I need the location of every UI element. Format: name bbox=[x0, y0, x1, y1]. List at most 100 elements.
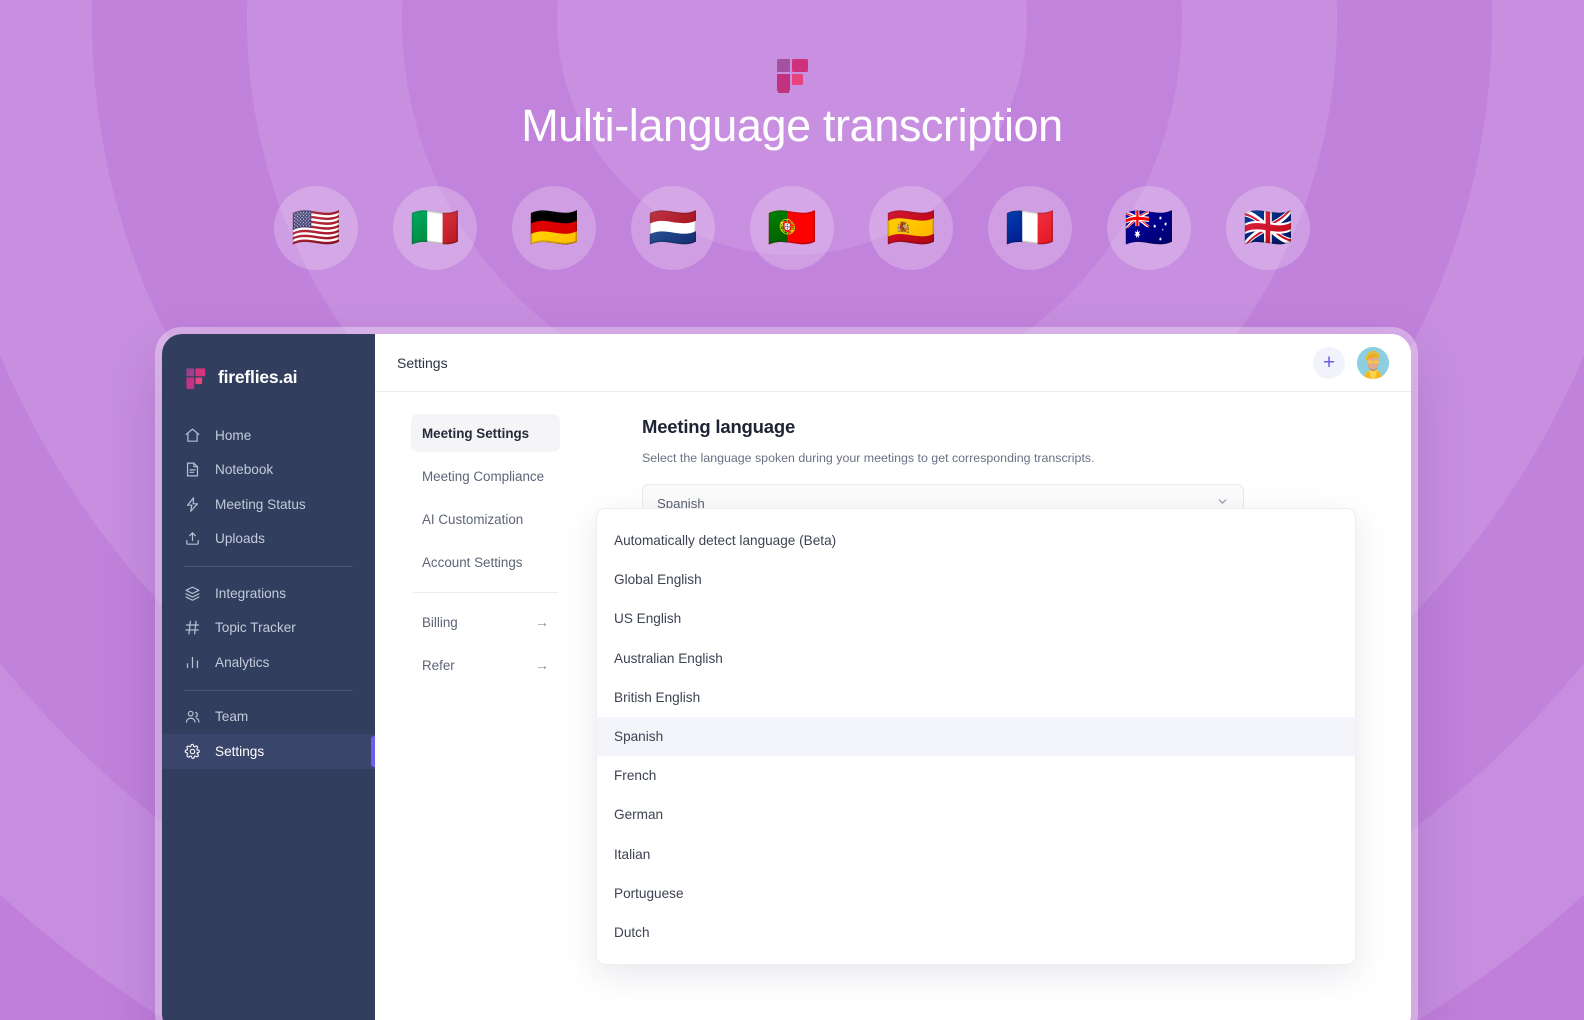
sidebar: fireflies.ai Home Notebook Meeting Statu… bbox=[162, 334, 375, 1020]
flag-italy: 🇮🇹 bbox=[393, 186, 477, 270]
submenu-item-label: AI Customization bbox=[422, 511, 524, 527]
gear-icon bbox=[184, 743, 201, 760]
sidebar-item-label: Meeting Status bbox=[215, 496, 306, 512]
sidebar-item-label: Settings bbox=[215, 743, 265, 759]
topbar-actions: + bbox=[1313, 346, 1389, 379]
flag-netherlands: 🇳🇱 bbox=[631, 186, 715, 270]
dropdown-option-label: German bbox=[614, 807, 664, 823]
flag-portugal: 🇵🇹 bbox=[750, 186, 834, 270]
sidebar-item-label: Uploads bbox=[215, 531, 265, 547]
flag-glyph: 🇦🇺 bbox=[1124, 206, 1174, 250]
sidebar-divider-1 bbox=[184, 566, 353, 567]
user-avatar[interactable] bbox=[1357, 346, 1389, 379]
submenu-item-label: Meeting Settings bbox=[422, 425, 530, 441]
dropdown-option-selected[interactable]: Spanish bbox=[597, 716, 1355, 757]
sidebar-group-secondary: Integrations Topic Tracker Analytics bbox=[162, 576, 375, 680]
sidebar-item-label: Notebook bbox=[215, 462, 274, 478]
flag-glyph: 🇳🇱 bbox=[648, 206, 698, 250]
submenu-item-billing[interactable]: Billing → bbox=[411, 603, 560, 641]
fireflies-logo-icon bbox=[773, 55, 811, 96]
dropdown-option[interactable]: Australian English bbox=[597, 639, 1355, 678]
sidebar-item-settings[interactable]: Settings bbox=[162, 734, 375, 769]
flag-united-kingdom: 🇬🇧 bbox=[1226, 186, 1310, 270]
meeting-language-panel: Meeting language Select the language spo… bbox=[580, 392, 1411, 1020]
arrow-right-icon: → bbox=[535, 614, 549, 630]
sidebar-item-label: Analytics bbox=[215, 654, 270, 670]
submenu-item-label: Billing bbox=[422, 614, 458, 630]
sidebar-item-label: Topic Tracker bbox=[215, 620, 296, 636]
dropdown-option[interactable]: Portuguese bbox=[597, 874, 1355, 913]
flag-glyph: 🇺🇸 bbox=[291, 206, 341, 250]
submenu-item-account-settings[interactable]: Account Settings bbox=[411, 543, 560, 581]
sidebar-divider-2 bbox=[184, 689, 353, 691]
flag-glyph: 🇬🇧 bbox=[1243, 206, 1293, 250]
submenu-item-meeting-compliance[interactable]: Meeting Compliance bbox=[411, 457, 560, 495]
flag-australia: 🇦🇺 bbox=[1107, 186, 1191, 270]
dropdown-option[interactable]: German bbox=[597, 795, 1355, 834]
sidebar-group-primary: Home Notebook Meeting Status Uploads bbox=[162, 418, 375, 556]
app-window: fireflies.ai Home Notebook Meeting Statu… bbox=[162, 334, 1411, 1020]
add-button[interactable]: + bbox=[1313, 346, 1345, 379]
sidebar-item-topic-tracker[interactable]: Topic Tracker bbox=[162, 611, 375, 646]
submenu-item-refer[interactable]: Refer → bbox=[411, 646, 560, 684]
sidebar-item-notebook[interactable]: Notebook bbox=[162, 453, 375, 488]
flag-spain: 🇪🇸 bbox=[869, 186, 953, 270]
main-area: Settings + Meeting Settings Meeting Comp… bbox=[375, 334, 1411, 1020]
dropdown-option[interactable]: British English bbox=[597, 678, 1355, 717]
dropdown-option-label: Portuguese bbox=[614, 885, 684, 901]
flag-france: 🇫🇷 bbox=[988, 186, 1072, 270]
hash-icon bbox=[184, 619, 201, 636]
dropdown-option[interactable]: US English bbox=[597, 599, 1355, 638]
breadcrumb: Settings bbox=[397, 354, 448, 371]
flag-united-states: 🇺🇸 bbox=[274, 186, 358, 270]
dropdown-option-label: Spanish bbox=[614, 729, 664, 745]
section-description: Select the language spoken during your m… bbox=[642, 451, 1095, 465]
people-icon bbox=[184, 708, 201, 725]
sidebar-item-label: Home bbox=[215, 427, 252, 443]
sidebar-group-tertiary: Team Settings bbox=[162, 700, 375, 769]
bar-chart-icon bbox=[184, 654, 201, 671]
flag-glyph: 🇵🇹 bbox=[767, 206, 817, 250]
dropdown-option-label: Dutch bbox=[614, 924, 650, 940]
flag-glyph: 🇪🇸 bbox=[886, 206, 936, 250]
dropdown-option-label: Italian bbox=[614, 846, 651, 862]
dropdown-option-label: Automatically detect language (Beta) bbox=[614, 533, 837, 549]
submenu-item-label: Refer bbox=[422, 657, 455, 673]
sidebar-item-label: Integrations bbox=[215, 585, 287, 601]
notebook-icon bbox=[184, 461, 201, 478]
sidebar-item-analytics[interactable]: Analytics bbox=[162, 645, 375, 680]
sidebar-item-integrations[interactable]: Integrations bbox=[162, 576, 375, 611]
flag-germany: 🇩🇪 bbox=[512, 186, 596, 270]
flag-glyph: 🇩🇪 bbox=[529, 206, 579, 250]
submenu-item-meeting-settings[interactable]: Meeting Settings bbox=[411, 414, 560, 452]
layers-icon bbox=[184, 585, 201, 602]
brand[interactable]: fireflies.ai bbox=[162, 356, 375, 398]
submenu-divider bbox=[413, 592, 558, 593]
meeting-language-dropdown[interactable]: Automatically detect language (Beta) Glo… bbox=[596, 508, 1356, 966]
hero-section: Multi-language transcription 🇺🇸 🇮🇹 🇩🇪 🇳🇱… bbox=[0, 0, 1584, 330]
sidebar-item-uploads[interactable]: Uploads bbox=[162, 522, 375, 557]
submenu-item-ai-customization[interactable]: AI Customization bbox=[411, 500, 560, 538]
dropdown-option-label: US English bbox=[614, 611, 682, 627]
sidebar-item-home[interactable]: Home bbox=[162, 418, 375, 453]
sidebar-item-label: Team bbox=[215, 709, 249, 725]
sidebar-item-team[interactable]: Team bbox=[162, 700, 375, 735]
dropdown-option[interactable]: Italian bbox=[597, 835, 1355, 874]
content-area: Meeting Settings Meeting Compliance AI C… bbox=[375, 392, 1411, 1020]
sidebar-item-meeting-status[interactable]: Meeting Status bbox=[162, 487, 375, 522]
submenu-item-label: Meeting Compliance bbox=[422, 468, 545, 484]
plus-icon: + bbox=[1322, 351, 1336, 374]
dropdown-option[interactable]: Automatically detect language (Beta) bbox=[597, 521, 1355, 560]
section-title: Meeting language bbox=[642, 416, 796, 437]
fireflies-logo-icon bbox=[184, 366, 207, 391]
settings-submenu: Meeting Settings Meeting Compliance AI C… bbox=[375, 392, 580, 1020]
dropdown-option[interactable]: French bbox=[597, 756, 1355, 795]
dropdown-option-label: French bbox=[614, 768, 657, 784]
home-icon bbox=[184, 427, 201, 444]
dropdown-option[interactable]: Dutch bbox=[597, 913, 1355, 952]
flag-row: 🇺🇸 🇮🇹 🇩🇪 🇳🇱 🇵🇹 🇪🇸 🇫🇷 🇦🇺 🇬🇧 bbox=[0, 186, 1584, 270]
flag-glyph: 🇮🇹 bbox=[410, 206, 460, 250]
flag-glyph: 🇫🇷 bbox=[1005, 206, 1055, 250]
dropdown-option-label: Australian English bbox=[614, 650, 723, 666]
dropdown-option[interactable]: Global English bbox=[597, 560, 1355, 599]
